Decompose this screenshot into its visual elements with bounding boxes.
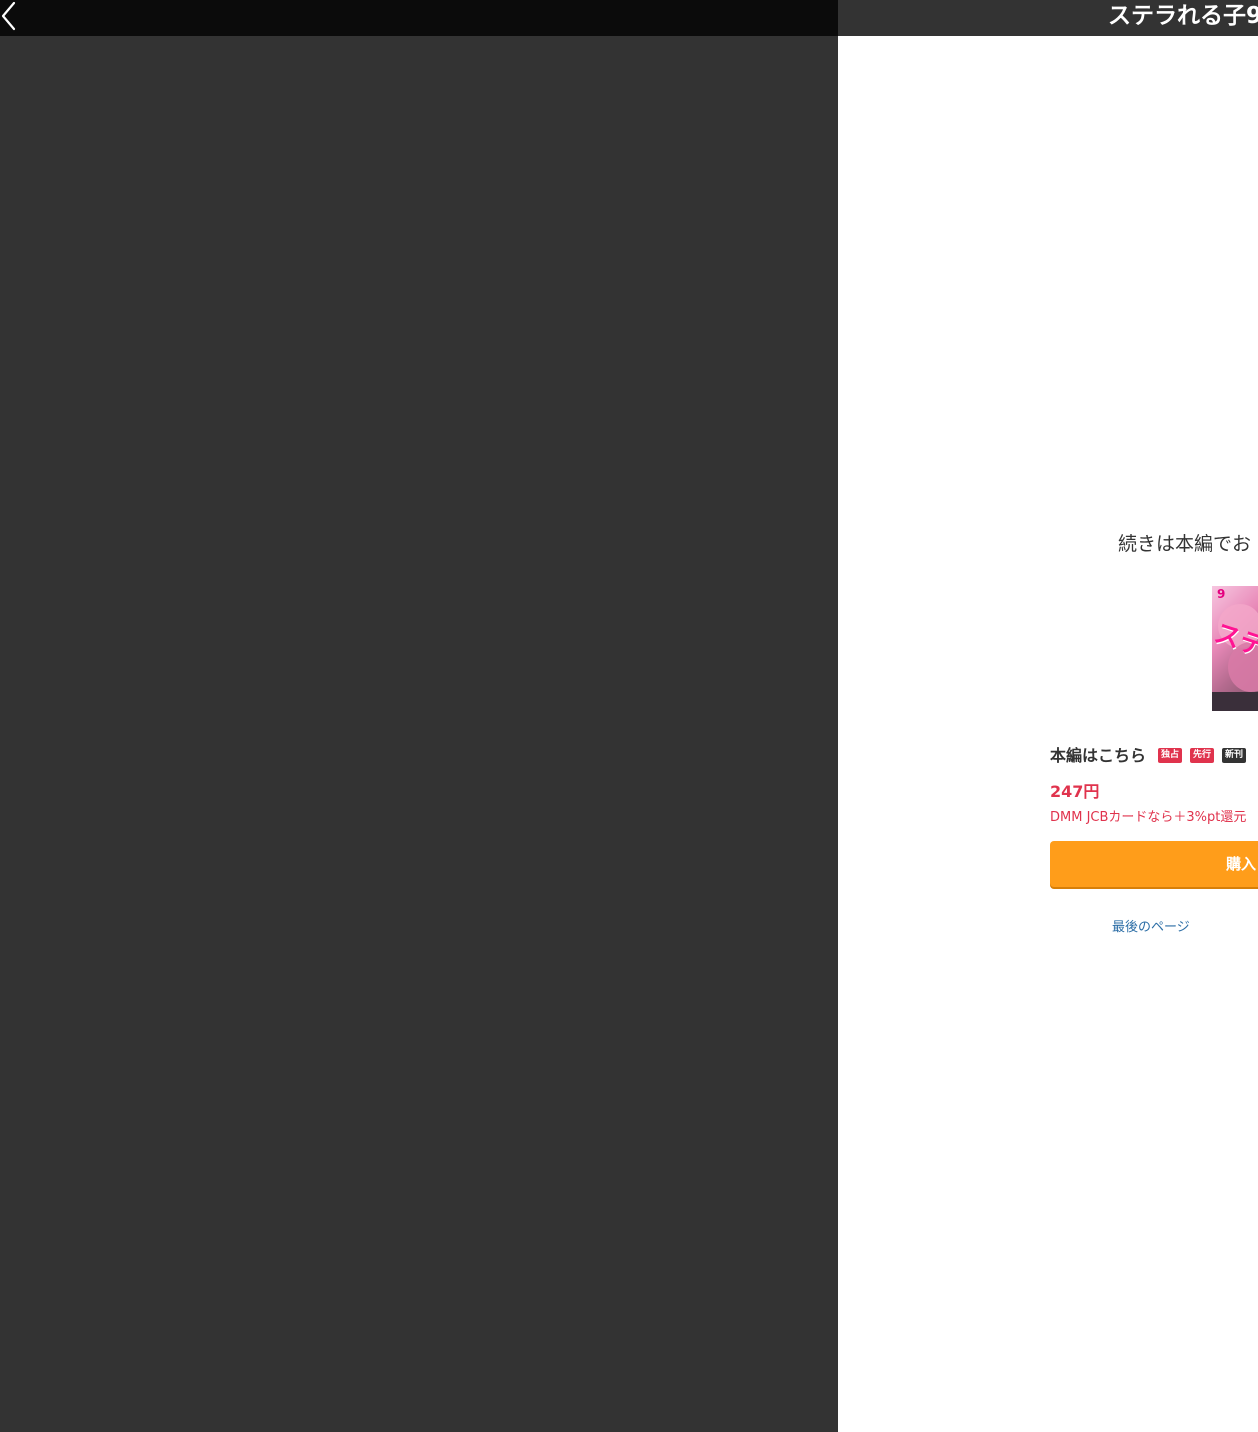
buy-button[interactable]: 購入 <box>1050 841 1258 887</box>
right-page-area: ステラれる子9 続きは本編でお 9 ステラ 本編はこちら 独占 先行 新刊 24… <box>838 0 1258 1432</box>
early-release-badge: 先行 <box>1190 748 1215 763</box>
cover-volume-number: 9 <box>1217 587 1226 601</box>
book-title: ステラれる子9 <box>1108 3 1258 29</box>
top-toolbar <box>0 0 838 36</box>
new-release-badge: 新刊 <box>1222 748 1247 763</box>
card-point-note: DMM JCBカードなら＋3%pt還元 <box>1050 810 1247 825</box>
title-bar: ステラれる子9 <box>838 0 1258 36</box>
book-cover-thumbnail[interactable]: 9 ステラ <box>1212 586 1258 711</box>
last-page-link[interactable]: 最後のページ <box>1112 918 1190 938</box>
left-page-area[interactable] <box>0 0 838 1432</box>
chevron-left-icon <box>1 1 16 31</box>
exclusive-badge: 独占 <box>1158 748 1183 763</box>
reader-viewport: ステラれる子9 続きは本編でお 9 ステラ 本編はこちら 独占 先行 新刊 24… <box>0 0 1258 1432</box>
continue-message: 続きは本編でお <box>1118 533 1252 555</box>
price: 247円 <box>1050 782 1100 801</box>
back-button[interactable] <box>0 0 36 36</box>
main-story-label: 本編はこちら <box>1050 746 1147 765</box>
buy-button-label: 購入 <box>1226 855 1257 873</box>
cover-bottom-band <box>1212 692 1258 711</box>
